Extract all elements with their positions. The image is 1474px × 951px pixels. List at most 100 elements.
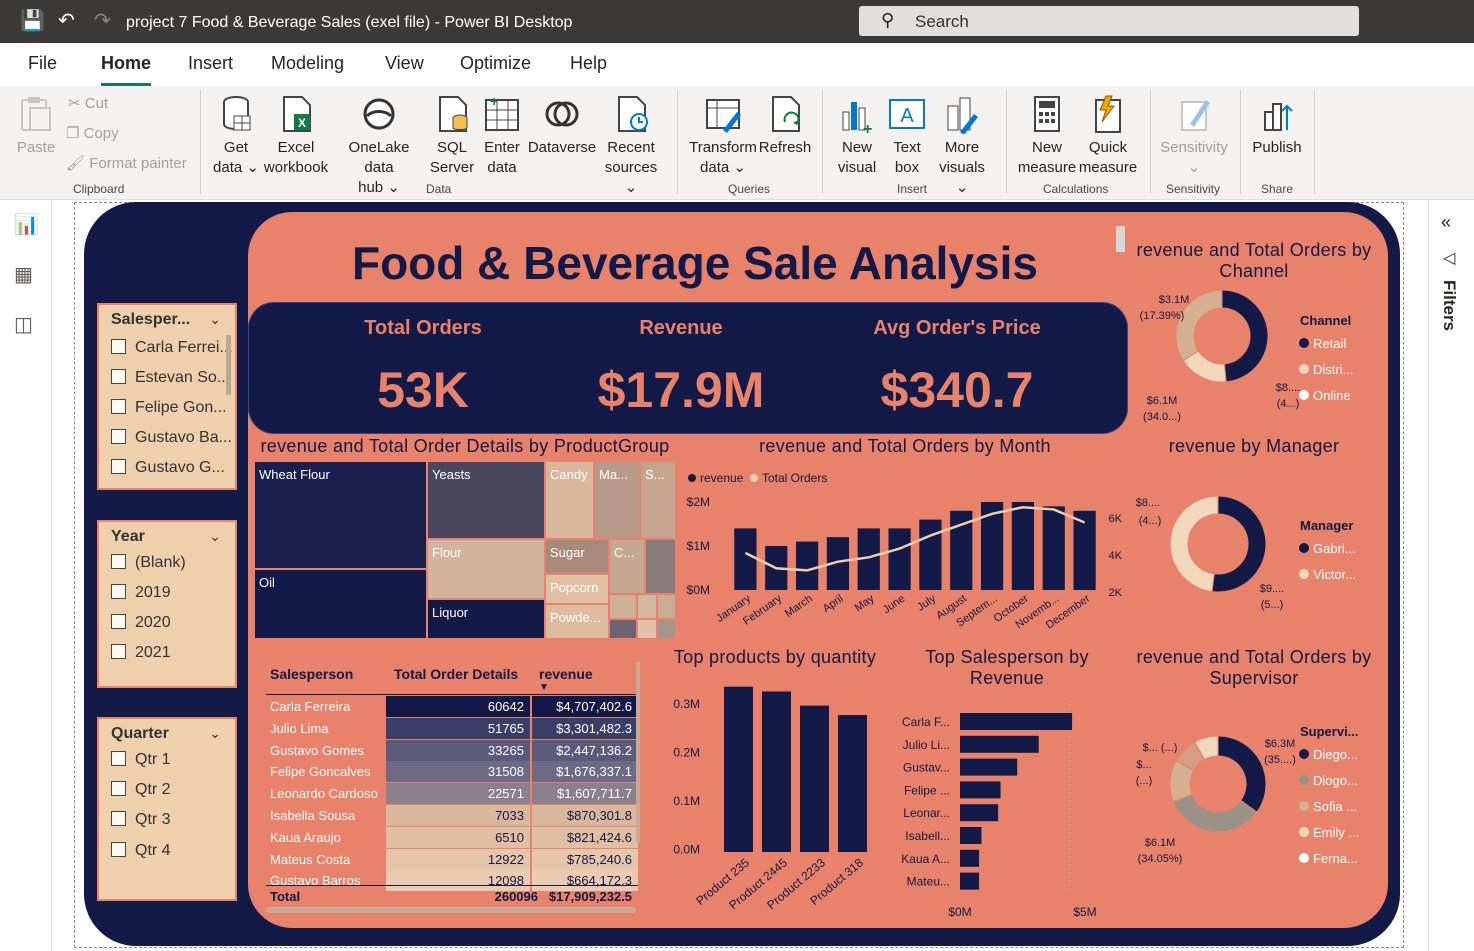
checkbox[interactable] (111, 842, 126, 857)
legend-marker[interactable] (1299, 338, 1309, 348)
publish-button[interactable]: Publish (1250, 94, 1304, 158)
tab-view[interactable]: View (385, 53, 424, 74)
treemap-tile[interactable]: Candy (545, 461, 594, 539)
filter-icon[interactable]: ◁ (1443, 248, 1455, 268)
table-row[interactable]: Isabella Sousa 7033 $870,301.8 (266, 805, 638, 827)
treemap-tile[interactable]: Powde... (545, 604, 609, 639)
checkbox[interactable] (111, 811, 126, 826)
slicer-option[interactable]: Qtr 1 (111, 751, 171, 769)
tab-optimize[interactable]: Optimize (460, 53, 531, 74)
checkbox[interactable] (111, 459, 126, 474)
slicer-option[interactable]: Carla Ferrei... (111, 339, 233, 357)
onelake-data-hub-button[interactable]: OneLake data hub ⌄ (332, 94, 426, 198)
undo-icon[interactable]: ↶ (58, 10, 75, 32)
column-header[interactable]: revenue (539, 666, 593, 682)
checkbox[interactable] (111, 584, 126, 599)
checkbox[interactable] (111, 644, 126, 659)
bar-revenue[interactable] (919, 519, 942, 590)
donut-slice[interactable] (1211, 495, 1267, 593)
legend-marker[interactable] (1299, 801, 1309, 811)
checkbox[interactable] (111, 399, 126, 414)
transform-data-button[interactable]: Transform data ⌄ (688, 94, 758, 178)
table-row[interactable]: Kaua Araujo 6510 $821,424.6 (266, 826, 638, 849)
slicer-option[interactable]: Gustavo Ba... (111, 429, 232, 447)
report-view-icon[interactable]: 📊 (14, 212, 39, 237)
slicer-option[interactable]: 2019 (111, 584, 171, 602)
donut-slice[interactable] (1217, 735, 1267, 813)
chevron-down-icon[interactable]: ⌄ (209, 528, 221, 545)
treemap-tile[interactable] (609, 619, 637, 639)
treemap-tile[interactable] (657, 619, 676, 639)
bar-product[interactable] (724, 686, 753, 852)
cut-button[interactable]: ✂ Cut (68, 94, 108, 112)
filters-label[interactable]: Filters (1439, 280, 1459, 331)
treemap-tile[interactable] (645, 539, 676, 594)
bar-product[interactable] (762, 691, 791, 852)
treemap-tile[interactable]: Liquor (427, 599, 545, 639)
slicer-scrollbar[interactable] (226, 335, 231, 395)
bar-revenue[interactable] (795, 541, 819, 590)
checkbox[interactable] (111, 339, 126, 354)
legend-marker[interactable] (1299, 827, 1309, 837)
table-row[interactable]: Leonardo Cardoso 22571 $1,607,711.7 (266, 783, 638, 806)
recent-sources-button[interactable]: Recent sources ⌄ (598, 94, 664, 198)
checkbox[interactable] (111, 751, 126, 766)
treemap-tile[interactable]: Sugar (545, 539, 609, 574)
tab-help[interactable]: Help (570, 53, 607, 74)
table-row[interactable]: Gustavo Gomes 33265 $2,447,136.2 (266, 739, 638, 762)
expand-icon[interactable]: « (1441, 212, 1451, 233)
table-row[interactable]: Mateus Costa 12922 $785,240.6 (266, 848, 638, 871)
legend-marker[interactable] (1299, 749, 1309, 759)
legend-marker[interactable] (1299, 775, 1309, 785)
treemap-tile[interactable] (637, 619, 657, 639)
legend-marker[interactable] (1299, 543, 1309, 553)
save-icon[interactable]: 💾 (20, 10, 45, 32)
sql-server-button[interactable]: SQL Server (428, 94, 476, 178)
donut-slice[interactable] (1169, 495, 1219, 593)
slicer-option[interactable]: (Blank) (111, 554, 186, 572)
bar-product[interactable] (838, 715, 867, 852)
more-visuals-button[interactable]: More visuals ⌄ (932, 94, 992, 198)
redo-icon[interactable]: ↷ (94, 10, 111, 32)
get-data-button[interactable]: Get data ⌄ (210, 94, 262, 178)
column-header[interactable]: Total Order Details (394, 666, 518, 682)
slicer-option[interactable]: Gustavo G... (111, 459, 225, 477)
treemap-tile[interactable]: Flour (427, 539, 545, 599)
copy-button[interactable]: ❐ Copy (66, 124, 119, 142)
treemap-tile[interactable]: Oil (254, 569, 427, 639)
top-salesperson-chart[interactable]: Carla F... Julio Li... Gustav... Felipe ...… (898, 700, 1113, 924)
tab-file[interactable]: File (28, 53, 57, 74)
new-visual-button[interactable]: + New visual (834, 94, 880, 178)
paste-button[interactable]: Paste (14, 94, 58, 158)
search-box[interactable]: ⚲ Search (859, 6, 1359, 36)
treemap-tile[interactable]: Wheat Flour (254, 461, 427, 569)
table-horizontal-scrollbar[interactable] (266, 907, 636, 913)
bar-salesperson[interactable] (960, 758, 1018, 776)
treemap-tile[interactable]: Ma... (594, 461, 640, 539)
bar-salesperson[interactable] (960, 827, 982, 844)
legend-marker[interactable] (1299, 390, 1309, 400)
revenue-by-manager-donut[interactable]: Manager Gabri... Victor... $8.... (4...) $9..… (1130, 480, 1380, 620)
treemap-tile[interactable]: S... (640, 461, 676, 539)
sort-desc-icon[interactable]: ▼ (539, 682, 549, 693)
treemap-tile[interactable] (657, 594, 676, 619)
checkbox[interactable] (111, 554, 126, 569)
bar-revenue[interactable] (1073, 510, 1096, 590)
slicer-option[interactable]: Estevan So... (111, 369, 230, 387)
slicer-option[interactable]: 2020 (111, 614, 171, 632)
bar-salesperson[interactable] (960, 735, 1039, 753)
chevron-down-icon[interactable]: ⌄ (209, 725, 221, 742)
new-measure-button[interactable]: New measure (1016, 94, 1078, 178)
table-row[interactable]: Felipe Goncalves 31508 $1,676,337.1 (266, 761, 638, 784)
treemap-tile[interactable] (637, 594, 657, 619)
top-products-chart[interactable]: 0.3M0.2M0.1M0.0MProduct 235Product 2445P… (660, 672, 890, 912)
format-painter-button[interactable]: 🖌 Format painter (66, 154, 187, 172)
enter-data-button[interactable]: + Enter data (480, 94, 524, 178)
excel-workbook-button[interactable]: X Excel workbook (262, 94, 330, 178)
bar-revenue[interactable] (1042, 506, 1065, 590)
legend-marker-orders[interactable] (750, 474, 758, 482)
bar-salesperson[interactable] (960, 781, 1001, 799)
dataverse-button[interactable]: Dataverse (526, 94, 598, 158)
slicer-option[interactable]: Qtr 4 (111, 842, 171, 860)
bar-salesperson[interactable] (960, 713, 1073, 730)
